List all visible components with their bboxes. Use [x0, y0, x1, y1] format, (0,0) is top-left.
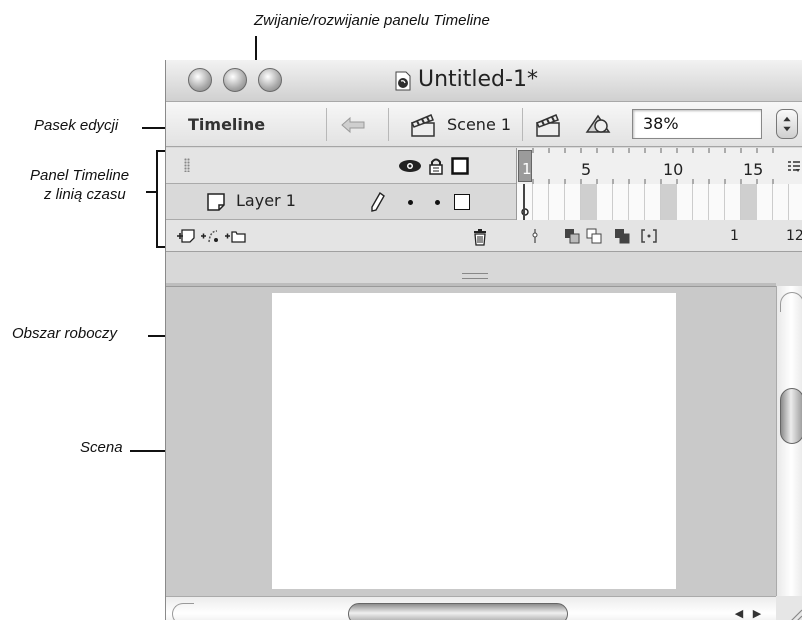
zoom-window-button[interactable]	[258, 68, 282, 92]
zoom-input[interactable]: 38%	[632, 109, 762, 139]
insert-layer-icon[interactable]	[176, 228, 196, 244]
clapperboard-icon	[410, 114, 435, 137]
close-window-button[interactable]	[188, 68, 212, 92]
callout-work-area: Obszar roboczy	[12, 325, 118, 342]
insert-folder-icon[interactable]	[224, 228, 246, 244]
scroll-left-arrow-icon[interactable]: ◀	[732, 607, 746, 620]
eye-icon[interactable]	[398, 157, 422, 175]
callout-timeline-panel-l2: z linią czasu	[44, 186, 126, 203]
minimize-window-button[interactable]	[223, 68, 247, 92]
callout-collapse-timeline: Zwijanie/rozwijanie panelu Timeline	[254, 12, 490, 29]
edit-symbols-icon[interactable]	[584, 112, 612, 138]
ruler-number: 5	[581, 160, 592, 179]
keyframe-icon	[521, 208, 529, 216]
edit-bar-divider	[326, 108, 327, 141]
edit-bar-divider	[522, 108, 523, 141]
onion-skin-icon[interactable]	[564, 228, 580, 244]
callout-line-timeline	[146, 191, 156, 193]
edit-multiple-frames-icon[interactable]	[614, 228, 630, 244]
playhead-frame-number: 1	[522, 160, 532, 178]
frame-rate-readout: 12	[786, 228, 802, 244]
horizontal-scrollbar[interactable]: ◀ ▶	[166, 596, 776, 620]
horizontal-scroll-thumb[interactable]	[348, 603, 568, 620]
playhead-line	[523, 184, 525, 220]
outline-square[interactable]	[454, 194, 470, 210]
current-frame-readout: 1	[730, 228, 739, 244]
pencil-icon	[371, 192, 385, 212]
resize-grip-icon[interactable]	[776, 596, 802, 620]
center-frame-icon[interactable]	[530, 228, 540, 244]
panel-grip-icon[interactable]	[184, 158, 190, 172]
window-title: Untitled-1*	[418, 67, 538, 92]
layer-page-icon	[207, 193, 225, 211]
outline-icon[interactable]	[451, 157, 469, 175]
timeline-header: 5 10 15 1	[166, 148, 802, 184]
bracket-vertical	[156, 150, 158, 248]
stage[interactable]	[272, 293, 676, 589]
layer-name[interactable]: Layer 1	[236, 191, 296, 210]
timeline-footer: 1 12	[166, 220, 802, 252]
scroll-right-arrow-icon[interactable]: ▶	[750, 607, 764, 620]
timeline-toggle-button[interactable]: Timeline	[188, 115, 265, 134]
frame-ruler[interactable]: 5 10 15	[516, 148, 802, 184]
zoom-dropdown-stepper[interactable]	[776, 109, 798, 139]
ruler-number: 15	[743, 160, 764, 179]
add-motion-guide-icon[interactable]	[200, 228, 220, 244]
ruler-number: 10	[663, 160, 684, 179]
modify-onion-markers-icon[interactable]	[641, 228, 657, 244]
vscroll-track-cap	[780, 292, 802, 312]
lock-icon[interactable]	[428, 157, 444, 175]
title-bar: Untitled-1*	[166, 60, 802, 102]
work-area[interactable]	[166, 286, 776, 620]
back-arrow-icon[interactable]	[340, 116, 366, 134]
onion-skin-outlines-icon[interactable]	[586, 228, 602, 244]
layer-row[interactable]: Layer 1	[166, 184, 802, 220]
edit-scene-icon[interactable]	[534, 112, 562, 138]
hscroll-track-cap	[172, 603, 194, 620]
flash-document-icon	[395, 71, 411, 91]
timeline-menu-icon[interactable]	[787, 160, 801, 174]
callout-timeline-panel-l1: Panel Timeline	[30, 167, 130, 184]
callout-line-edit-bar	[142, 127, 166, 129]
visibility-dot[interactable]	[408, 200, 413, 205]
flash-window: Untitled-1* Timeline Scene 1 38% 5 10 15…	[165, 60, 802, 620]
panel-resize-handle[interactable]	[462, 273, 488, 279]
trash-icon[interactable]	[472, 228, 488, 246]
scene-label: Scene 1	[447, 115, 512, 134]
layer-frames[interactable]	[516, 184, 802, 220]
edit-bar: Timeline Scene 1 38%	[166, 102, 802, 147]
vertical-scrollbar[interactable]: ▲ ▼	[776, 286, 802, 620]
vertical-scroll-thumb[interactable]	[780, 388, 802, 444]
edit-bar-divider	[388, 108, 389, 141]
callout-stage: Scena	[80, 439, 123, 456]
lock-dot[interactable]	[435, 200, 440, 205]
callout-edit-bar: Pasek edycji	[34, 117, 119, 134]
